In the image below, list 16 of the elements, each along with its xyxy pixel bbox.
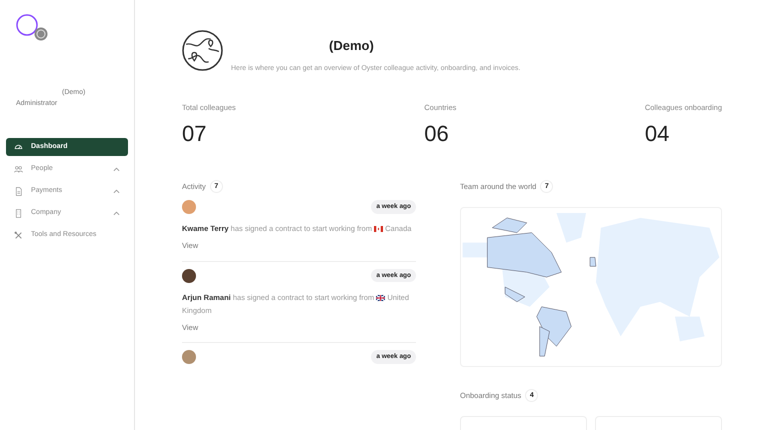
stat-value: 06 bbox=[424, 120, 450, 148]
avatar-icon bbox=[182, 350, 196, 364]
flag-icon bbox=[374, 226, 384, 232]
people-icon bbox=[14, 164, 23, 174]
page-title: (Demo) bbox=[329, 37, 375, 55]
gauge-icon bbox=[14, 142, 23, 152]
tools-icon bbox=[14, 230, 23, 240]
avatar-icon bbox=[182, 268, 196, 282]
building-icon bbox=[14, 208, 23, 218]
flag-icon bbox=[376, 294, 386, 301]
globe-icon bbox=[182, 30, 223, 71]
stat-value: 07 bbox=[182, 120, 208, 148]
stat-value: 04 bbox=[644, 120, 670, 148]
logo-icon bbox=[16, 14, 48, 42]
avatar-icon bbox=[182, 200, 196, 214]
document-icon bbox=[14, 186, 23, 196]
